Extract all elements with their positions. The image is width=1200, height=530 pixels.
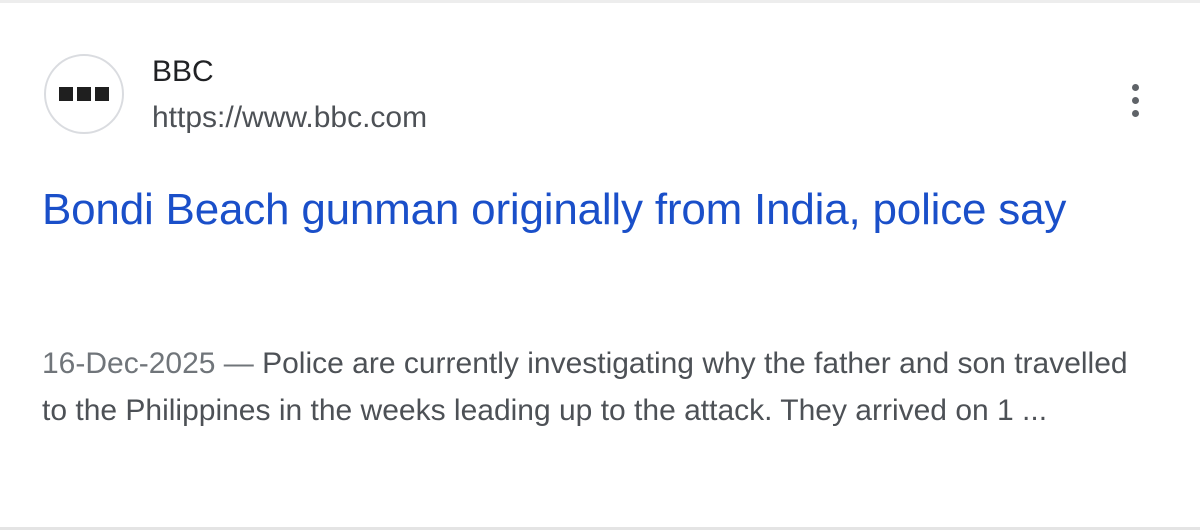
site-url[interactable]: https://www.bbc.com	[152, 98, 427, 138]
logo-block	[77, 87, 91, 101]
more-vertical-icon-dot	[1131, 109, 1139, 117]
logo-block	[59, 87, 73, 101]
result-date: 16-Dec-2025	[42, 347, 216, 380]
more-options-button[interactable]	[1120, 80, 1150, 120]
result-title-link[interactable]: Bondi Beach gunman originally from India…	[42, 177, 1152, 243]
more-vertical-icon	[1131, 83, 1139, 91]
logo-block	[95, 87, 109, 101]
bbc-logo-icon[interactable]	[44, 54, 124, 134]
date-separator: —	[215, 347, 263, 380]
search-result: BBC https://www.bbc.com Bondi Beach gunm…	[0, 0, 1200, 530]
site-name[interactable]: BBC	[152, 52, 214, 92]
result-snippet: 16-Dec-2025 — Police are currently inves…	[42, 340, 1152, 434]
more-vertical-icon-dot	[1131, 96, 1139, 104]
